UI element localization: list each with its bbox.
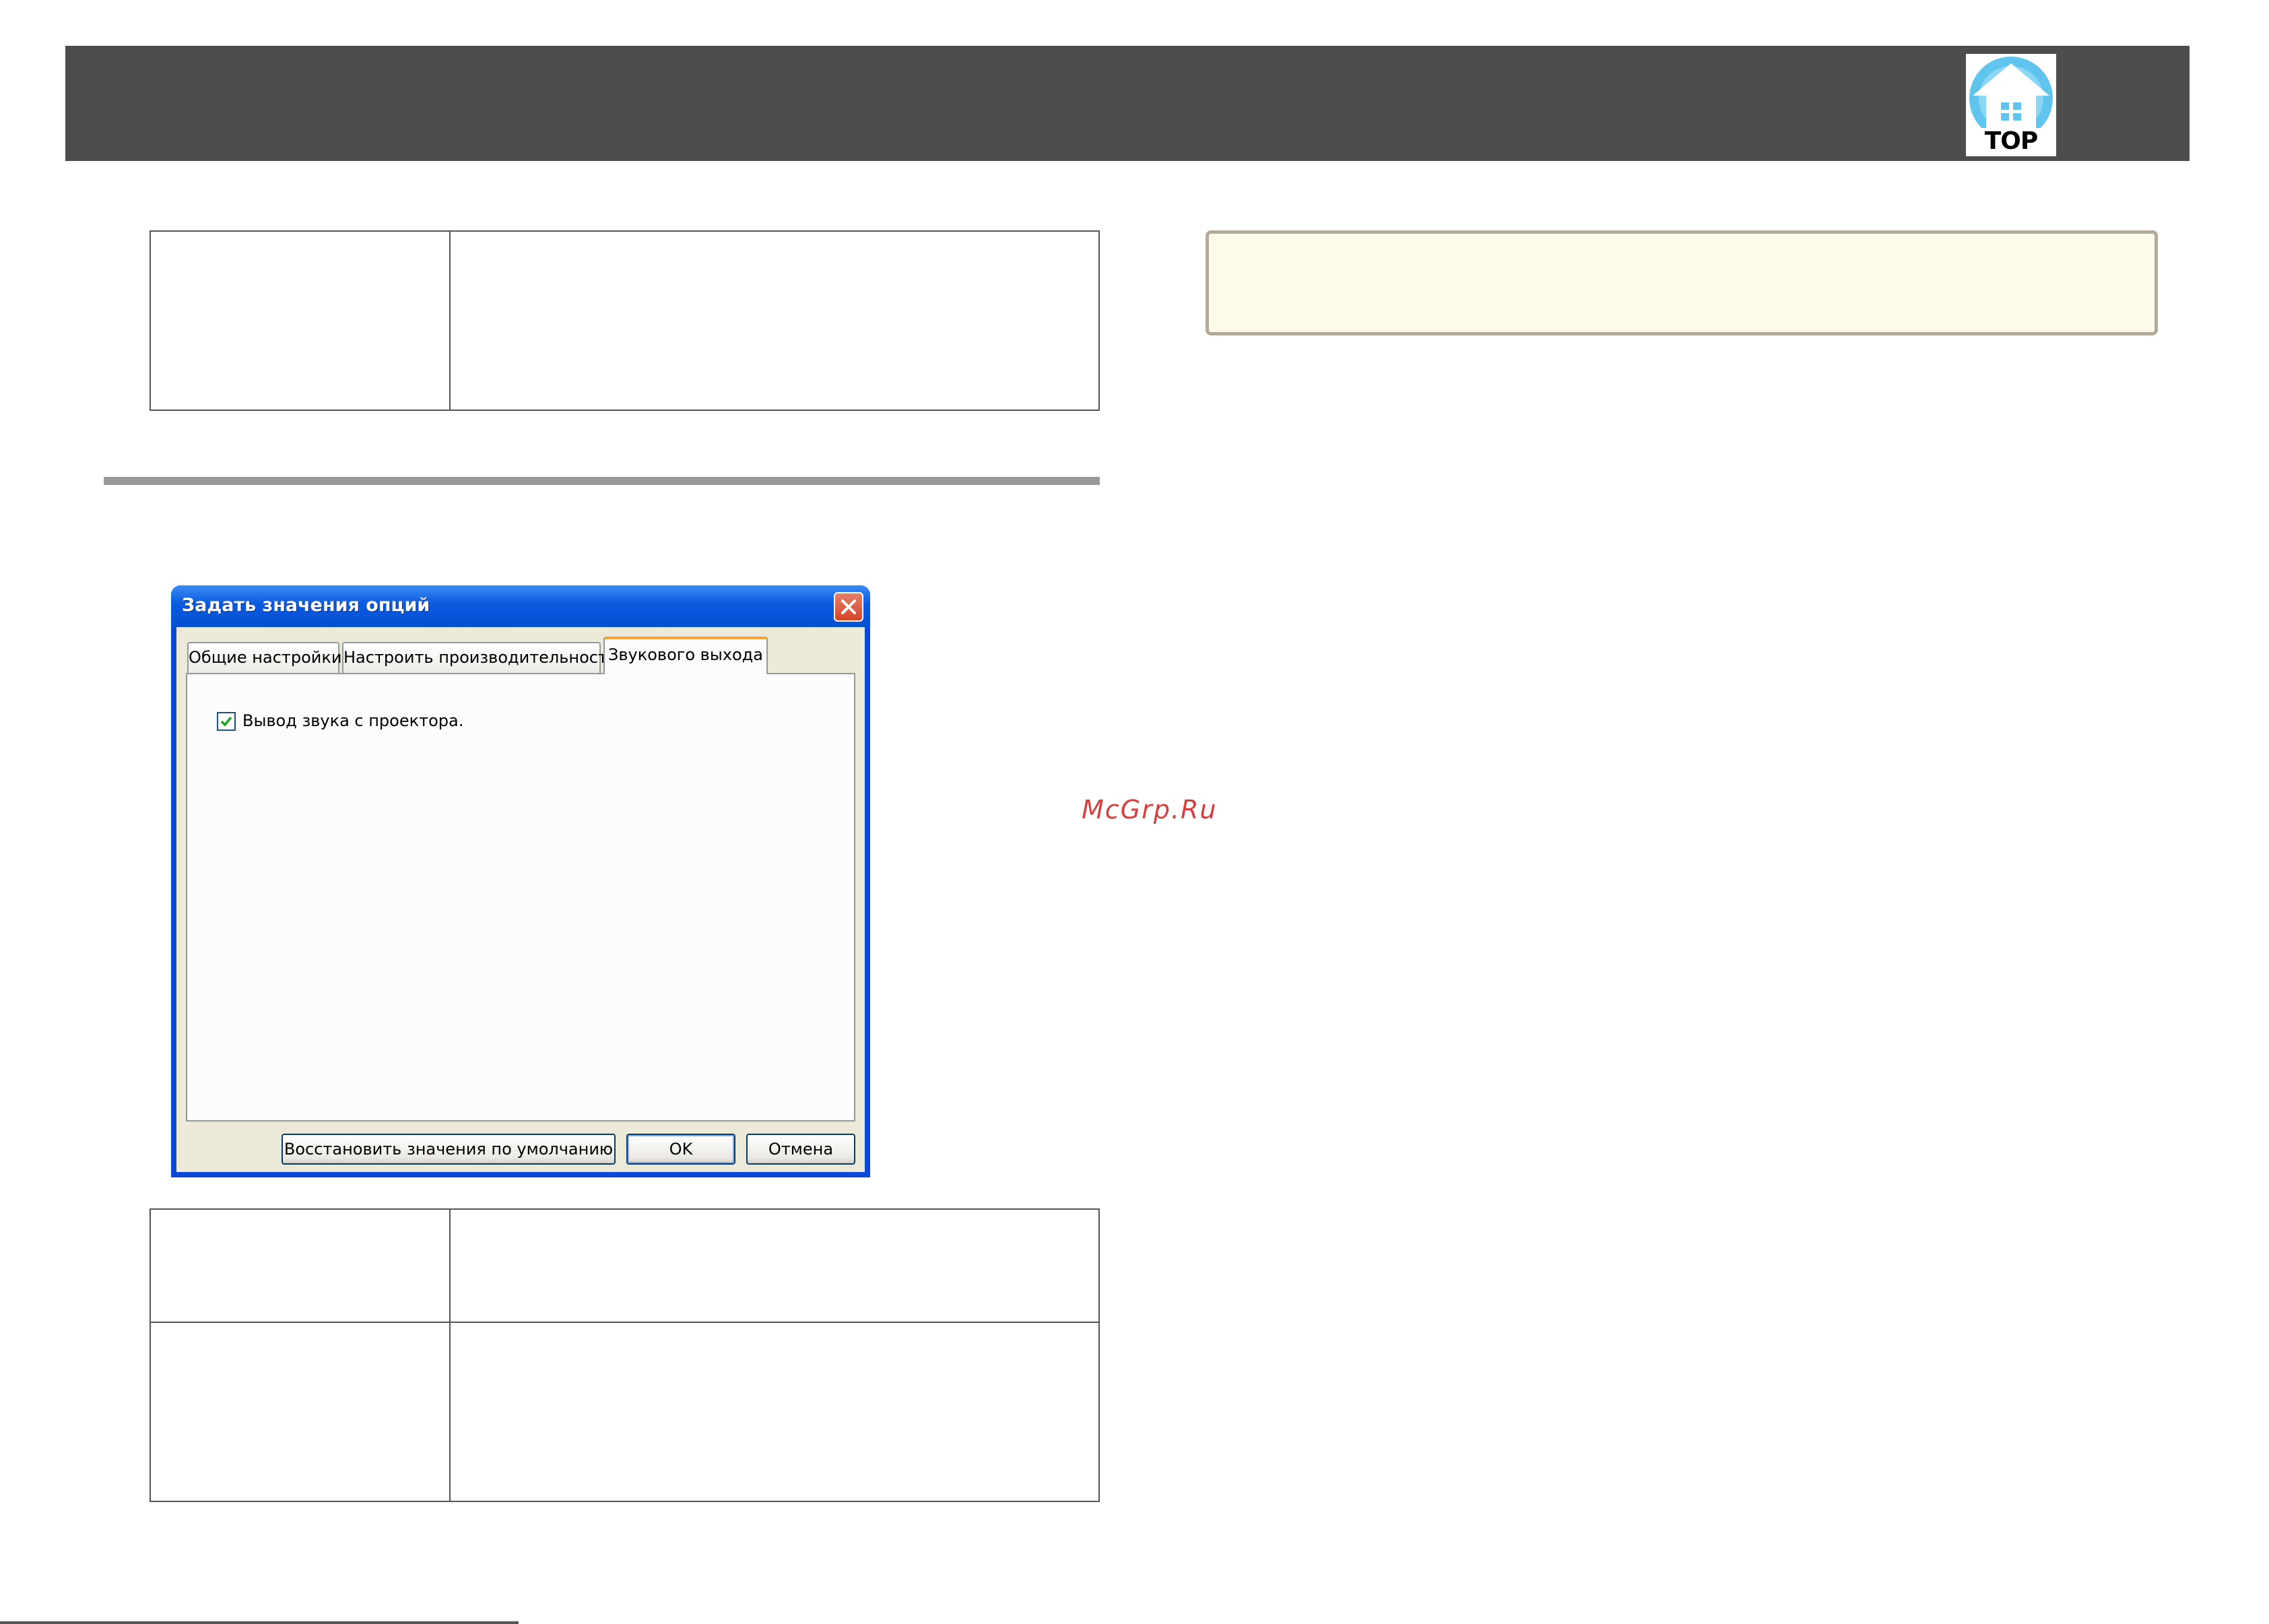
table-cell-description (451, 232, 1098, 410)
tab-general-settings[interactable]: Общие настройки (187, 642, 341, 673)
close-button[interactable] (834, 592, 863, 622)
cancel-button[interactable]: Отмена (746, 1134, 855, 1165)
page-header-bar (65, 46, 2190, 161)
top-logo-text: TOP (1984, 127, 2039, 155)
checkmark-icon (220, 716, 232, 727)
table-top (150, 230, 1100, 411)
audio-output-checkbox[interactable] (217, 712, 236, 731)
footer-rule (0, 1621, 519, 1624)
tab-panel-audio-output: Вывод звука с проектора. (186, 673, 855, 1122)
watermark-text: McGrp.Ru (1082, 795, 1218, 824)
audio-output-checkbox-label[interactable]: Вывод звука с проектора. (242, 709, 463, 732)
table-row (151, 1210, 1098, 1322)
table-bottom (150, 1208, 1100, 1502)
house-icon (1969, 57, 2053, 128)
dialog-titlebar[interactable]: Задать значения опций (171, 585, 870, 627)
section-divider (104, 477, 1100, 485)
ok-button[interactable]: OK (626, 1134, 735, 1165)
tab-performance[interactable]: Настроить производительность (342, 642, 617, 673)
table-cell-label (151, 232, 449, 410)
top-link[interactable]: TOP (1966, 54, 2056, 156)
tab-audio-output[interactable]: Звукового выхода (603, 637, 768, 674)
dialog-title: Задать значения опций (182, 595, 430, 616)
dialog-client-area: Общие настройки Настроить производительн… (176, 627, 865, 1172)
options-dialog: Задать значения опций Общие настройки На… (171, 585, 870, 1177)
close-icon (841, 599, 856, 614)
table-row (151, 1323, 1098, 1501)
note-box (1206, 230, 2158, 335)
restore-defaults-button[interactable]: Восстановить значения по умолчанию (282, 1134, 616, 1165)
